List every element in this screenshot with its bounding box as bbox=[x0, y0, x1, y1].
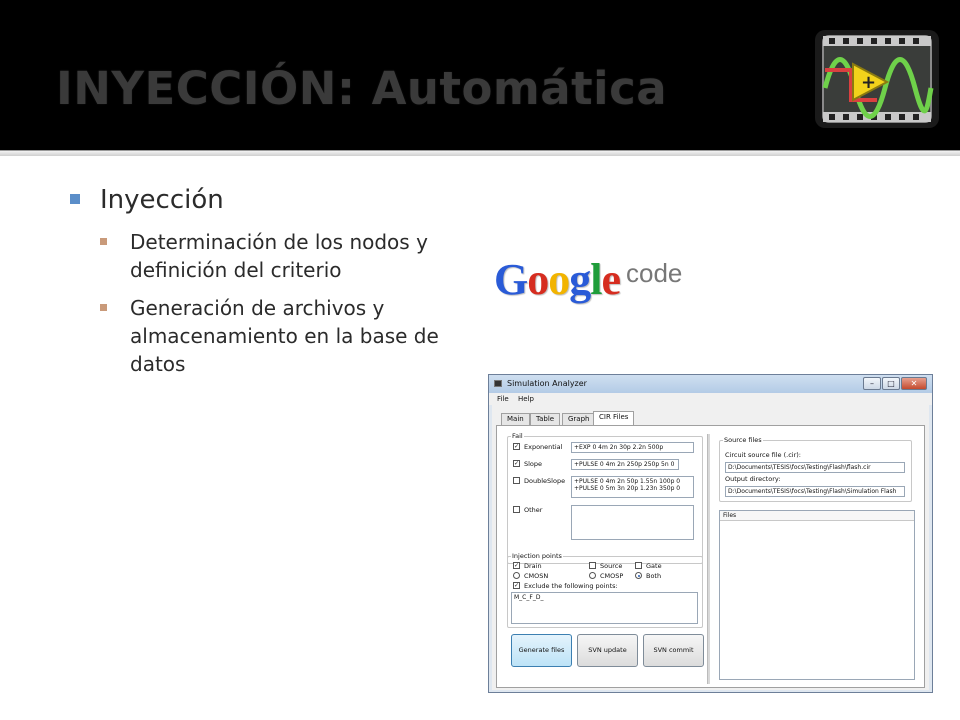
svn-update-button[interactable]: SVN update bbox=[577, 634, 638, 667]
slope-input[interactable]: +PULSE 0 4m 2n 250p 250p 5n 0 bbox=[571, 459, 679, 470]
window-titlebar[interactable]: Simulation Analyzer – □ ✕ bbox=[489, 375, 932, 393]
close-button[interactable]: ✕ bbox=[901, 377, 927, 390]
square-bullet-icon bbox=[100, 304, 107, 311]
exclude-points-label: Exclude the following points: bbox=[524, 582, 618, 590]
svg-text:+: + bbox=[861, 72, 876, 93]
both-label: Both bbox=[646, 572, 662, 580]
circuit-source-label: Circuit source file (.cir): bbox=[725, 451, 801, 459]
cir-files-page: Fail ✓ Exponential +EXP 0 4m 2n 30p 2.2n… bbox=[496, 425, 925, 688]
source-checkbox[interactable] bbox=[589, 562, 596, 569]
drain-label: Drain bbox=[524, 562, 542, 570]
app-icon bbox=[494, 380, 502, 387]
cmosp-radio[interactable] bbox=[589, 572, 596, 579]
slope-checkbox[interactable]: ✓ bbox=[513, 460, 520, 467]
doubleslope-line-2: +PULSE 0 5m 3n 20p 1.23n 350p 0 bbox=[574, 485, 681, 492]
doubleslope-line-1: +PULSE 0 4m 2n 50p 1.55n 100p 0 bbox=[574, 478, 681, 485]
menu-file[interactable]: File bbox=[497, 395, 509, 403]
cmosp-label: CMOSP bbox=[600, 572, 624, 580]
slide-title: INYECCIÓN: Automática bbox=[56, 62, 668, 115]
square-bullet-icon bbox=[100, 238, 107, 245]
both-radio[interactable] bbox=[635, 572, 642, 579]
google-code-suffix: code bbox=[626, 258, 683, 288]
files-list[interactable]: Files bbox=[719, 510, 915, 680]
tab-graph[interactable]: Graph bbox=[562, 413, 596, 425]
source-label: Source bbox=[600, 562, 623, 570]
doubleslope-checkbox[interactable] bbox=[513, 477, 520, 484]
header-divider bbox=[0, 150, 960, 156]
google-code-logo: Google code bbox=[494, 254, 694, 310]
sub-bullet-text: Determinación de los nodos y definición … bbox=[130, 230, 428, 282]
cmosn-label: CMOSN bbox=[524, 572, 549, 580]
window-client: Main Table Graph CIR Files Fail ✓ Expone… bbox=[492, 405, 929, 690]
tab-table[interactable]: Table bbox=[530, 413, 561, 425]
output-directory-label: Output directory: bbox=[725, 475, 781, 483]
other-label: Other bbox=[524, 506, 543, 514]
exclude-points-checkbox[interactable]: ✓ bbox=[513, 582, 520, 589]
sub-bullet-text: Generación de archivos y almacenamiento … bbox=[130, 296, 439, 376]
splitter[interactable] bbox=[707, 434, 710, 684]
doubleslope-label: DoubleSlope bbox=[524, 477, 566, 485]
tab-main[interactable]: Main bbox=[501, 413, 530, 425]
minimize-button[interactable]: – bbox=[863, 377, 881, 390]
source-files-label: Source files bbox=[723, 436, 763, 444]
bullet-text: Inyección bbox=[100, 185, 224, 215]
other-input[interactable] bbox=[571, 505, 694, 540]
injection-points-label: Injection points bbox=[511, 552, 563, 560]
fail-group-label: Fail bbox=[511, 432, 524, 440]
menu-bar: File Help bbox=[489, 393, 932, 405]
exponential-checkbox[interactable]: ✓ bbox=[513, 443, 520, 450]
window-title: Simulation Analyzer bbox=[507, 379, 587, 388]
exponential-label: Exponential bbox=[524, 443, 563, 451]
exponential-input[interactable]: +EXP 0 4m 2n 30p 2.2n 500p bbox=[571, 442, 694, 453]
simulation-analyzer-window: Simulation Analyzer – □ ✕ File Help Main… bbox=[488, 374, 933, 693]
cmosn-radio[interactable] bbox=[513, 572, 520, 579]
other-checkbox[interactable] bbox=[513, 506, 520, 513]
slide-header: INYECCIÓN: Automática + bbox=[0, 0, 960, 150]
tab-cir-files[interactable]: CIR Files bbox=[593, 411, 635, 425]
doubleslope-input[interactable]: +PULSE 0 4m 2n 50p 1.55n 100p 0 +PULSE 0… bbox=[571, 476, 694, 498]
files-list-header: Files bbox=[720, 511, 914, 521]
signal-plus-logo-icon: + bbox=[815, 30, 939, 128]
maximize-button[interactable]: □ bbox=[882, 377, 900, 390]
generate-files-button[interactable]: Generate files bbox=[511, 634, 572, 667]
google-wordmark: Google bbox=[494, 255, 621, 304]
sub-bullet-nodos: Determinación de los nodos y definición … bbox=[98, 228, 478, 284]
drain-checkbox[interactable]: ✓ bbox=[513, 562, 520, 569]
gate-checkbox[interactable] bbox=[635, 562, 642, 569]
gate-label: Gate bbox=[646, 562, 662, 570]
svn-commit-button[interactable]: SVN commit bbox=[643, 634, 704, 667]
sub-bullet-archivos: Generación de archivos y almacenamiento … bbox=[98, 294, 478, 378]
circuit-source-input[interactable]: D:\Documents\TESIS\focs\Testing\Flash\fl… bbox=[725, 462, 905, 473]
square-bullet-icon bbox=[70, 194, 80, 204]
output-directory-input[interactable]: D:\Documents\TESIS\focs\Testing\Flash\Si… bbox=[725, 486, 905, 497]
bullet-inyeccion: Inyección bbox=[68, 182, 478, 218]
exclude-points-input[interactable]: M_C_F_D_ bbox=[511, 592, 698, 624]
menu-help[interactable]: Help bbox=[518, 395, 534, 403]
slope-label: Slope bbox=[524, 460, 543, 468]
bullet-list: Inyección Determinación de los nodos y d… bbox=[68, 182, 478, 378]
fail-group bbox=[507, 436, 703, 564]
